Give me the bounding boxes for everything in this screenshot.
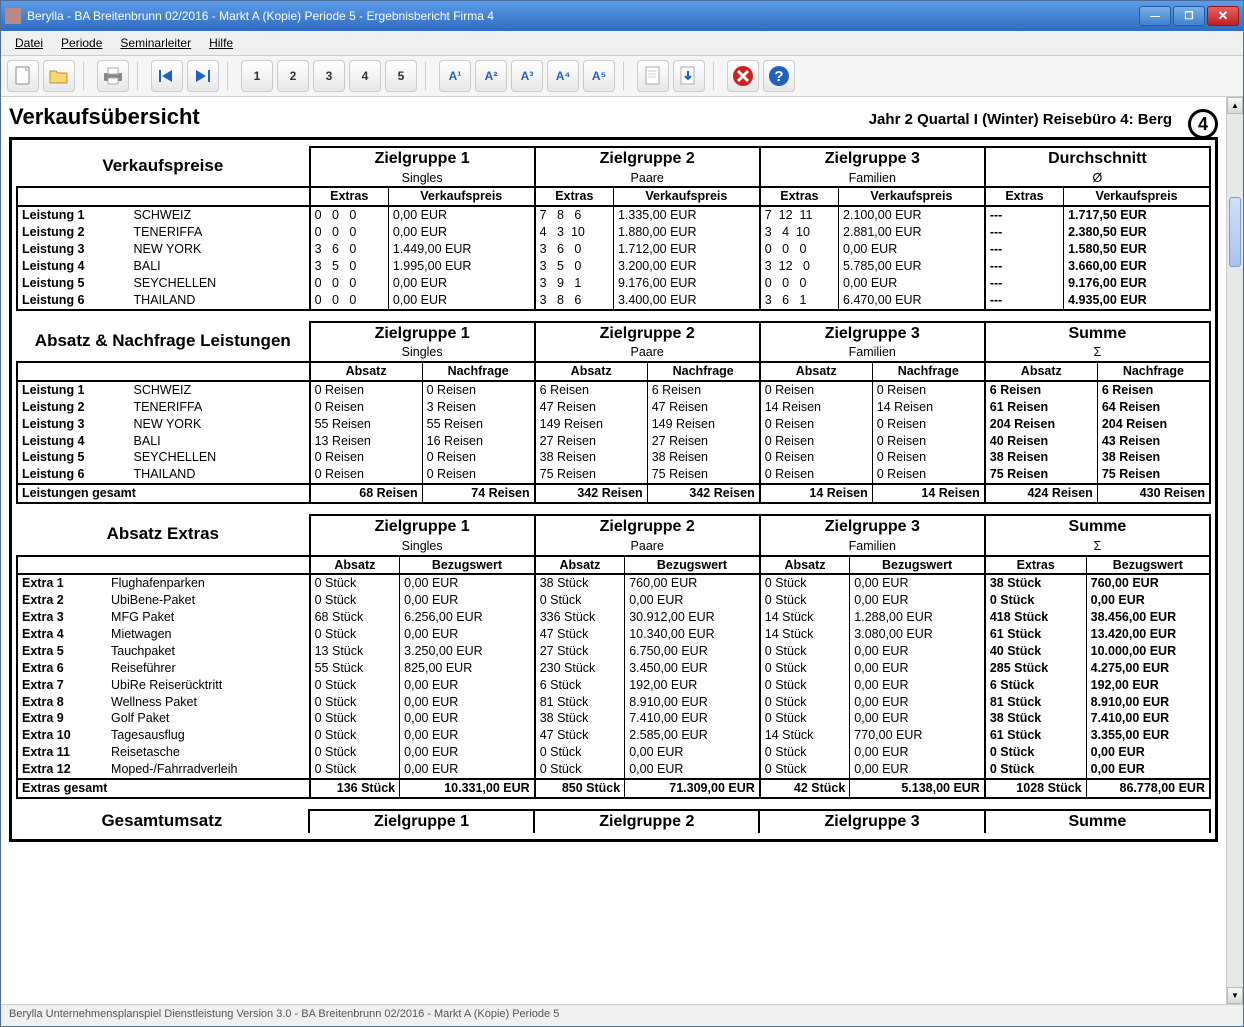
nav-last-button[interactable] (187, 60, 219, 92)
table-row: Leistung 1SCHWEIZ 0 0 00,00 EUR 7 8 61.3… (17, 206, 1210, 224)
menu-hilfe[interactable]: Hilfe (201, 33, 241, 53)
app-icon (5, 8, 21, 24)
table-row: Extra 3MFG Paket 68 Stück6.256,00 EUR 33… (17, 609, 1210, 626)
table-row: Extra 4Mietwagen 0 Stück0,00 EUR 47 Stüc… (17, 626, 1210, 643)
statusbar: Berylla Unternehmensplanspiel Dienstleis… (1, 1004, 1243, 1026)
maximize-button[interactable]: ❐ (1173, 6, 1205, 26)
new-document-button[interactable] (7, 60, 39, 92)
report-a1-button[interactable]: A¹ (439, 60, 471, 92)
menubar: Datei Periode Seminarleiter Hilfe (1, 31, 1243, 56)
nav-first-button[interactable] (151, 60, 183, 92)
vertical-scrollbar[interactable]: ▲ ▼ (1226, 97, 1243, 1004)
block1-title: Verkaufspreise (17, 147, 310, 187)
table-row: Leistung 3NEW YORK 3 6 01.449,00 EUR 3 6… (17, 241, 1210, 258)
table-row: Leistung 6THAILAND 0 Reisen0 Reisen 75 R… (17, 466, 1210, 484)
group2-title: Zielgruppe 2 (535, 147, 760, 170)
page-title: Verkaufsübersicht (9, 104, 869, 130)
table-row: Leistung 2TENERIFFA 0 Reisen3 Reisen 47 … (17, 399, 1210, 416)
report-viewport[interactable]: Verkaufsübersicht Jahr 2 Quartal I (Wint… (1, 97, 1226, 1004)
period-2-button[interactable]: 2 (277, 60, 309, 92)
table-row: Leistung 4BALI 13 Reisen16 Reisen 27 Rei… (17, 433, 1210, 450)
company-number-badge: 4 (1188, 109, 1218, 139)
titlebar[interactable]: Berylla - BA Breitenbrunn 02/2016 - Mark… (1, 1, 1243, 31)
block3-total-label: Extras gesamt (17, 779, 310, 798)
export-button[interactable] (673, 60, 705, 92)
scroll-up-button[interactable]: ▲ (1227, 97, 1243, 114)
table-row: Leistung 2TENERIFFA 0 0 00,00 EUR 4 3 10… (17, 224, 1210, 241)
table-row: Extra 1Flughafenparken 0 Stück0,00 EUR 3… (17, 574, 1210, 592)
table-row: Leistung 4BALI 3 5 01.995,00 EUR 3 5 03.… (17, 258, 1210, 275)
report-body: Verkaufspreise Zielgruppe 1 Zielgruppe 2… (9, 137, 1218, 842)
table-row: Extra 11Reisetasche 0 Stück0,00 EUR 0 St… (17, 744, 1210, 761)
menu-seminarleiter[interactable]: Seminarleiter (112, 33, 199, 53)
group1-title: Zielgruppe 1 (310, 147, 535, 170)
group3-title: Zielgruppe 3 (760, 147, 985, 170)
report-a3-button[interactable]: A³ (511, 60, 543, 92)
table-row: Leistung 6THAILAND 0 0 00,00 EUR 3 8 63.… (17, 292, 1210, 310)
table-row: Leistung 5SEYCHELLEN 0 0 00,00 EUR 3 9 1… (17, 275, 1210, 292)
absatz-extras-table: Absatz Extras Zielgruppe 1 Zielgruppe 2 … (16, 514, 1211, 799)
table-row: Extra 6Reiseführer 55 Stück825,00 EUR 23… (17, 660, 1210, 677)
verkaufspreise-table: Verkaufspreise Zielgruppe 1 Zielgruppe 2… (16, 146, 1211, 311)
help-button[interactable]: ? (763, 60, 795, 92)
table-row: Leistung 3NEW YORK 55 Reisen55 Reisen 14… (17, 416, 1210, 433)
menu-periode[interactable]: Periode (53, 33, 110, 53)
table-row: Extra 9Golf Paket 0 Stück0,00 EUR 38 Stü… (17, 710, 1210, 727)
main-window: Berylla - BA Breitenbrunn 02/2016 - Mark… (0, 0, 1244, 1027)
menu-datei[interactable]: Datei (7, 33, 51, 53)
period-4-button[interactable]: 4 (349, 60, 381, 92)
open-folder-button[interactable] (43, 60, 75, 92)
svg-text:?: ? (774, 68, 783, 85)
cancel-button[interactable] (727, 60, 759, 92)
block3-title: Absatz Extras (17, 515, 310, 555)
table-row: Extra 10Tagesausflug 0 Stück0,00 EUR 47 … (17, 727, 1210, 744)
scroll-down-button[interactable]: ▼ (1227, 987, 1243, 1004)
print-button[interactable] (97, 60, 129, 92)
report-a5-button[interactable]: A⁵ (583, 60, 615, 92)
window-title: Berylla - BA Breitenbrunn 02/2016 - Mark… (27, 9, 1139, 23)
table-row: Extra 12Moped-/Fahrradverleih 0 Stück0,0… (17, 761, 1210, 779)
report-a2-button[interactable]: A² (475, 60, 507, 92)
block4-title: Gesamtumsatz (16, 810, 309, 833)
avg-title: Durchschnitt (985, 147, 1210, 170)
close-button[interactable]: ✕ (1207, 6, 1239, 26)
scroll-thumb[interactable] (1229, 197, 1241, 267)
table-row: Leistung 5SEYCHELLEN 0 Reisen0 Reisen 38… (17, 449, 1210, 466)
block2-title: Absatz & Nachfrage Leistungen (17, 322, 310, 362)
table-row: Extra 5Tauchpaket 13 Stück3.250,00 EUR 2… (17, 643, 1210, 660)
page-context: Jahr 2 Quartal I (Winter) Reisebüro 4: B… (869, 111, 1172, 128)
period-5-button[interactable]: 5 (385, 60, 417, 92)
table-row: Leistung 1SCHWEIZ 0 Reisen0 Reisen 6 Rei… (17, 381, 1210, 399)
gesamtumsatz-table: Gesamtumsatz Zielgruppe 1 Zielgruppe 2 Z… (16, 809, 1211, 833)
table-row: Extra 8Wellness Paket 0 Stück0,00 EUR 81… (17, 694, 1210, 711)
page-setup-button[interactable] (637, 60, 669, 92)
toolbar: 1 2 3 4 5 A¹ A² A³ A⁴ A⁵ ? (1, 56, 1243, 97)
minimize-button[interactable]: — (1139, 6, 1171, 26)
period-1-button[interactable]: 1 (241, 60, 273, 92)
block2-total-label: Leistungen gesamt (17, 484, 310, 503)
table-row: Extra 2UbiBene-Paket 0 Stück0,00 EUR 0 S… (17, 592, 1210, 609)
period-3-button[interactable]: 3 (313, 60, 345, 92)
table-row: Extra 7UbiRe Reiserücktritt 0 Stück0,00 … (17, 677, 1210, 694)
absatz-nachfrage-table: Absatz & Nachfrage Leistungen Zielgruppe… (16, 321, 1211, 504)
report-a4-button[interactable]: A⁴ (547, 60, 579, 92)
